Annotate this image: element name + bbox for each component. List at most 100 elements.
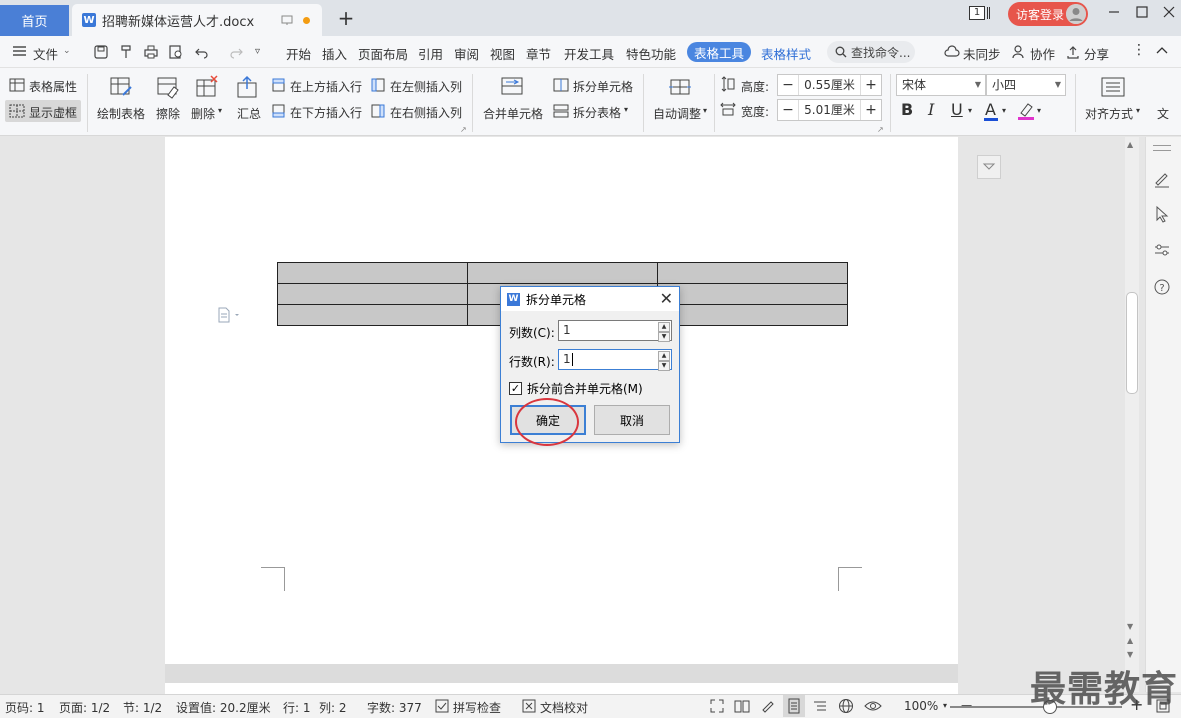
collapse-ribbon-icon[interactable]: [1155, 44, 1169, 58]
summary-button[interactable]: 汇总: [237, 105, 261, 122]
table-cell[interactable]: [657, 283, 848, 305]
table-cell[interactable]: [277, 283, 468, 305]
visitor-login-button[interactable]: 访客登录: [1008, 2, 1088, 26]
status-pages[interactable]: 页面: 1/2: [59, 699, 110, 716]
text-direction-button[interactable]: 文: [1157, 105, 1169, 122]
menu-tab-review[interactable]: 审阅: [454, 44, 479, 63]
menu-tab-table-tools[interactable]: 表格工具: [687, 42, 751, 62]
fullscreen-icon[interactable]: [709, 698, 725, 714]
status-word-count[interactable]: 字数: 377: [367, 699, 422, 716]
collaborate-icon[interactable]: [1011, 44, 1027, 60]
stepper-up-icon[interactable]: ▲: [658, 322, 670, 332]
scroll-up-icon[interactable]: ▲: [1127, 140, 1133, 149]
page-indicator-icon[interactable]: 1: [969, 6, 985, 20]
print-icon[interactable]: [143, 44, 159, 60]
font-color-button[interactable]: A: [985, 100, 996, 119]
maximize-icon[interactable]: [1135, 5, 1149, 19]
bold-button[interactable]: B: [901, 100, 913, 119]
erase-button[interactable]: 擦除: [156, 105, 180, 122]
table-cell[interactable]: [467, 262, 658, 284]
menu-tab-table-style[interactable]: 表格样式: [761, 44, 811, 63]
font-color-dropdown-icon[interactable]: ▾: [1002, 106, 1006, 115]
page-view-button[interactable]: [783, 695, 805, 717]
merge-before-split-label[interactable]: 拆分前合并单元格(M): [527, 380, 643, 397]
cloud-sync-icon[interactable]: [944, 44, 960, 60]
doc-proof-button[interactable]: 文档校对: [540, 699, 588, 716]
print-preview-icon[interactable]: [168, 44, 184, 60]
underline-button[interactable]: U: [951, 100, 963, 119]
split-table-button[interactable]: 拆分表格: [573, 104, 621, 121]
hamburger-icon[interactable]: [12, 44, 28, 58]
height-increment-button[interactable]: +: [861, 77, 881, 93]
save-icon[interactable]: [93, 44, 109, 60]
share-icon[interactable]: [1065, 44, 1081, 60]
width-decrement-button[interactable]: −: [778, 102, 798, 118]
merge-before-split-checkbox[interactable]: ✓: [509, 382, 522, 395]
zoom-dropdown-icon[interactable]: ▾: [943, 701, 947, 710]
tab-document[interactable]: W 招聘新媒体运营人才.docx: [72, 4, 322, 36]
delete-dropdown-icon[interactable]: ▾: [218, 106, 222, 115]
table-cell[interactable]: [657, 262, 848, 284]
menu-tab-features[interactable]: 特色功能: [626, 44, 676, 63]
highlighter-dropdown-icon[interactable]: ▾: [1037, 106, 1041, 115]
auto-fit-button[interactable]: 自动调整: [653, 105, 701, 122]
cancel-button[interactable]: 取消: [594, 405, 670, 435]
zoom-level[interactable]: 100%: [904, 699, 938, 713]
file-menu-chevron-icon[interactable]: ⌄: [63, 46, 71, 56]
columns-field[interactable]: 1 ▲ ▼: [558, 320, 672, 342]
insert-row-below-button[interactable]: 在下方插入行: [290, 104, 362, 121]
italic-button[interactable]: I: [928, 100, 934, 119]
share-label[interactable]: 分享: [1084, 44, 1109, 63]
file-menu[interactable]: 文件: [33, 44, 58, 63]
delete-button[interactable]: 删除: [191, 105, 215, 122]
dialog-launcher-icon[interactable]: ↗: [460, 125, 467, 134]
eye-protection-icon[interactable]: [864, 698, 882, 714]
width-value[interactable]: 5.01厘米: [798, 100, 861, 120]
sidebar-handle[interactable]: [1153, 145, 1171, 151]
font-name-select[interactable]: 宋体 ▼: [896, 74, 986, 96]
unsynced-label[interactable]: 未同步: [963, 44, 1001, 63]
status-col[interactable]: 列: 2: [319, 699, 347, 716]
status-setting-value[interactable]: 设置值: 20.2厘米: [176, 699, 271, 716]
undo-icon[interactable]: [194, 44, 210, 60]
menu-tab-developer[interactable]: 开发工具: [564, 44, 614, 63]
paragraph-options-icon[interactable]: [217, 307, 243, 323]
menu-tab-insert[interactable]: 插入: [322, 44, 347, 63]
table-properties-button[interactable]: 表格属性: [29, 78, 77, 95]
table-cell[interactable]: [277, 262, 468, 284]
stepper-down-icon[interactable]: ▼: [658, 332, 670, 342]
font-size-select[interactable]: 小四 ▼: [986, 74, 1066, 96]
width-increment-button[interactable]: +: [861, 102, 881, 118]
command-search[interactable]: 查找命令...: [827, 41, 915, 63]
status-page-number[interactable]: 页码: 1: [5, 699, 45, 716]
side-panel-toggle[interactable]: [977, 155, 1001, 179]
web-view-icon[interactable]: [838, 698, 854, 714]
menu-tab-references[interactable]: 引用: [418, 44, 443, 63]
columns-stepper[interactable]: ▲ ▼: [658, 322, 670, 342]
stepper-down-icon[interactable]: ▼: [658, 361, 670, 371]
next-page-icon[interactable]: ▼: [1127, 650, 1133, 659]
scrollbar-thumb[interactable]: [1126, 292, 1138, 394]
align-dropdown-icon[interactable]: ▾: [1136, 106, 1140, 115]
split-table-dropdown-icon[interactable]: ▾: [624, 105, 628, 114]
column-width-spinner[interactable]: − 5.01厘米 +: [777, 99, 882, 121]
rows-stepper[interactable]: ▲ ▼: [658, 351, 670, 371]
dialog-launcher-icon[interactable]: ↗: [877, 125, 884, 134]
vertical-scrollbar[interactable]: [1125, 137, 1139, 692]
insert-col-left-button[interactable]: 在左侧插入列: [390, 78, 462, 95]
menu-tab-view[interactable]: 视图: [490, 44, 515, 63]
insert-col-right-button[interactable]: 在右侧插入列: [390, 104, 462, 121]
close-icon[interactable]: ✕: [660, 289, 673, 308]
new-tab-button[interactable]: +: [336, 8, 356, 28]
menu-tab-layout[interactable]: 页面布局: [358, 44, 408, 63]
height-value[interactable]: 0.55厘米: [798, 75, 861, 95]
underline-dropdown-icon[interactable]: ▾: [968, 106, 972, 115]
table-cell[interactable]: [277, 304, 468, 326]
merge-cells-button[interactable]: 合并单元格: [483, 105, 543, 122]
table-cell[interactable]: [657, 304, 848, 326]
split-cells-button[interactable]: 拆分单元格: [573, 78, 633, 95]
draw-table-button[interactable]: 绘制表格: [97, 105, 145, 122]
menu-tab-start[interactable]: 开始: [286, 44, 311, 63]
outline-view-icon[interactable]: [812, 698, 828, 714]
more-menu-icon[interactable]: ⋮: [1132, 42, 1146, 58]
